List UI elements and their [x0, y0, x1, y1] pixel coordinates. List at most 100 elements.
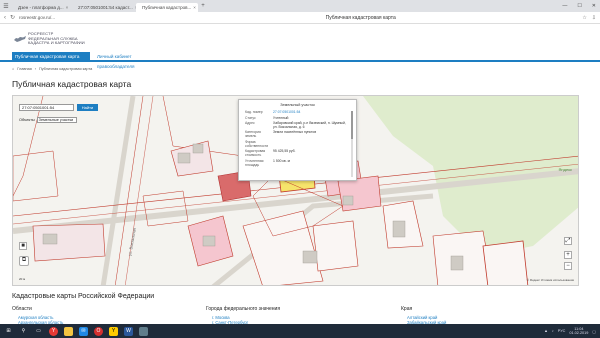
tab-label: 27:07:0501001:54 кадаст... — [78, 5, 133, 10]
column-heading: Города федерального значения — [206, 306, 281, 312]
layer-select: Объекты Земельные участки — [19, 117, 77, 123]
back-icon[interactable]: ‹ — [4, 15, 6, 21]
building — [392, 220, 406, 238]
parcel[interactable] — [170, 140, 214, 177]
home-icon[interactable]: ⌂ — [12, 67, 14, 71]
cadastral-number-link[interactable]: 27:07:0501001:54 — [273, 110, 351, 115]
tab-close-icon[interactable]: × — [66, 5, 69, 10]
building — [302, 250, 318, 264]
window-controls: — ☐ ✕ — [562, 3, 600, 9]
breadcrumb-item[interactable]: Главная — [17, 67, 31, 71]
building — [450, 255, 464, 271]
popup-row: Категория земель Земли населённых пунктов — [245, 130, 317, 139]
url-field[interactable]: rosreestr.gov.ru/... — [19, 15, 139, 20]
yandex-browser-icon[interactable]: Y — [49, 326, 58, 336]
taskbar: ⊞ ⚲ ▭ Y ✉ O Y W ▲ ♪ РУС 11:04 01.02.2019… — [0, 324, 600, 338]
notifications-icon[interactable]: ▢ — [592, 329, 596, 334]
nav-public-map[interactable]: Публичная кадастровая карта — [12, 52, 90, 62]
parcel-info-popup: Земельный участок Кад. номер 27:07:050100… — [238, 99, 357, 181]
download-icon[interactable]: ⇩ — [592, 15, 596, 21]
building — [177, 152, 191, 164]
tab-label: Публичная кадастров... — [142, 5, 192, 10]
zoom-out-button[interactable]: − — [564, 262, 572, 270]
cadastral-map[interactable]: ул. Вокзальная 27:07:0501001:54 Найти Об… — [12, 95, 579, 286]
popup-title: Земельный участок — [280, 103, 315, 107]
popup-row: Кад. номер 27:07:0501001:54 — [245, 110, 351, 115]
russia-map-logo-icon — [14, 35, 26, 42]
volume-icon[interactable]: ♪ — [552, 329, 554, 333]
clock[interactable]: 11:04 01.02.2019 — [569, 327, 588, 336]
building — [42, 233, 58, 245]
tab-2[interactable]: 27:07:0501001:54 кадаст... × — [72, 3, 136, 12]
layer-dropdown[interactable]: Земельные участки — [36, 117, 77, 123]
parcel[interactable] — [242, 210, 324, 286]
parcel[interactable] — [13, 150, 59, 202]
site-nav: Публичная кадастровая карта Личный кабин… — [0, 50, 600, 69]
browser-window: ☰ Дзен - платформа д... × 27:07:0501001:… — [0, 0, 600, 338]
building — [192, 143, 204, 154]
nav-personal-cabinet[interactable]: Личный кабинет правообладателя — [94, 52, 164, 69]
page-title: Публичная кадастровая карта — [12, 79, 132, 89]
yandex-icon[interactable]: Y — [109, 326, 118, 336]
address-page-title: Публичная кадастровая карта — [325, 14, 396, 21]
column-heading: Края — [401, 306, 413, 312]
popup-scrollbar[interactable] — [351, 111, 353, 177]
zoom-in-button[interactable]: + — [564, 251, 572, 259]
tab-bar: ☰ Дзен - платформа д... × 27:07:0501001:… — [0, 0, 600, 12]
logo-text: Росреестр Федеральная служба кадастра и … — [28, 31, 85, 46]
parcel[interactable] — [482, 240, 529, 286]
start-icon[interactable]: ⊞ — [4, 327, 13, 336]
street-label: ул. Вокзальная — [127, 227, 137, 256]
browser-toolbar-icons: ☆ ⇩ — [582, 15, 596, 21]
breadcrumb-item: Публичная кадастровая карта — [39, 67, 93, 71]
parcel[interactable] — [312, 220, 359, 272]
building — [202, 235, 216, 247]
tab-1[interactable]: Дзен - платформа д... × — [12, 3, 72, 12]
layer-select-label: Объекты — [19, 118, 35, 122]
address-bar: ‹ ↻ rosreestr.gov.ru/... Публичная кадас… — [0, 12, 600, 24]
building — [342, 195, 354, 206]
breadcrumb: ⌂ Главная › Публичная кадастровая карта — [12, 67, 93, 71]
new-tab-icon[interactable]: + — [198, 3, 208, 9]
search-icon[interactable]: ⚲ — [19, 327, 28, 336]
file-explorer-icon[interactable] — [64, 326, 73, 336]
site-header: Росреестр Федеральная служба кадастра и … — [0, 24, 600, 50]
boundary-line — [13, 96, 44, 197]
close-window-icon[interactable]: ✕ — [592, 3, 596, 9]
language-indicator[interactable]: РУС — [558, 329, 566, 333]
maximize-icon[interactable]: ☐ — [577, 3, 581, 9]
minimize-icon[interactable]: — — [562, 3, 567, 9]
cadastral-search-input[interactable]: 27:07:0501001:54 — [19, 104, 74, 111]
fullscreen-button[interactable]: ⤢ — [564, 237, 572, 245]
mail-icon[interactable]: ✉ — [79, 326, 88, 336]
column-heading: Области — [12, 306, 32, 312]
site-logo[interactable]: Росреестр Федеральная служба кадастра и … — [14, 31, 85, 46]
tab-3-active[interactable]: Публичная кадастров... × — [136, 3, 198, 12]
search-button[interactable]: Найти — [77, 104, 98, 111]
reload-icon[interactable]: ↻ — [10, 14, 15, 21]
task-view-icon[interactable]: ▭ — [34, 327, 43, 336]
tab-label: Дзен - платформа д... — [18, 5, 64, 10]
section-title: Кадастровые карты Российской Федерации — [12, 293, 155, 300]
layers-icon[interactable]: ⧉ — [19, 256, 29, 266]
map-scale: 20 м — [19, 277, 26, 281]
popup-row: Статус Учтенный — [245, 115, 289, 120]
ruler-tool-icon[interactable]: ■ — [19, 242, 27, 250]
popup-row: Форма собственности — [245, 139, 269, 148]
browser-menu-icon[interactable]: ☰ — [0, 3, 12, 10]
parcel[interactable] — [337, 175, 382, 212]
app-icon[interactable] — [139, 326, 148, 336]
popup-row: Уточненная площадь 1 500 кв. м — [245, 158, 290, 167]
parcel[interactable] — [142, 190, 189, 227]
opera-icon[interactable]: O — [94, 326, 103, 336]
popup-rows: Кад. номер 27:07:0501001:54 Статус Учтенны… — [245, 110, 351, 169]
popup-row: Кадастровая стоимость 95 425,55 руб. — [245, 149, 296, 158]
popup-row: Адрес Хабаровский край, р-н Вяземский, п.… — [245, 121, 346, 129]
tab-close-icon[interactable]: × — [193, 5, 196, 10]
road — [100, 96, 136, 285]
map-attribution[interactable]: © Яндекс Условия использования — [527, 278, 574, 282]
system-tray: ▲ ♪ РУС 11:04 01.02.2019 ▢ — [544, 327, 600, 336]
bookmark-icon[interactable]: ☆ — [582, 15, 586, 21]
word-icon[interactable]: W — [124, 326, 133, 336]
network-icon[interactable]: ▲ — [544, 329, 548, 333]
